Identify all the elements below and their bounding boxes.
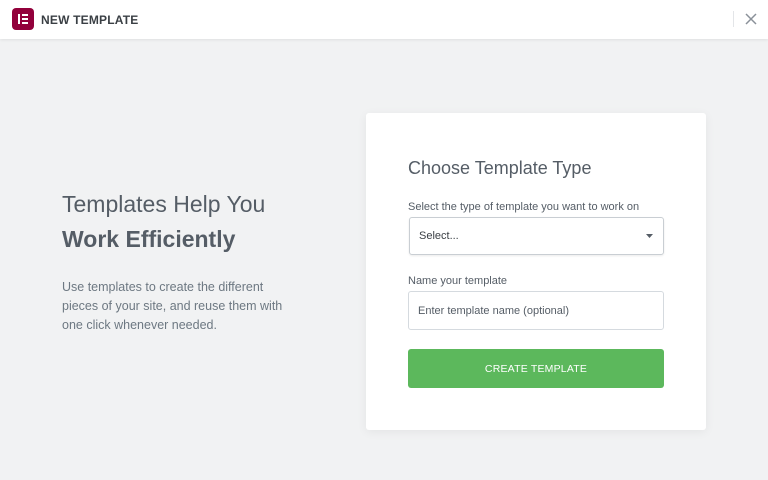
header-divider (733, 11, 734, 27)
template-type-select[interactable]: Select... (409, 217, 664, 255)
modal-header: NEW TEMPLATE (0, 0, 768, 39)
chevron-down-icon (646, 234, 653, 238)
template-name-label: Name your template (408, 275, 508, 287)
promo-heading-strong: Work Efficiently (62, 226, 236, 252)
promo-heading: Templates Help You (62, 191, 266, 217)
promo-description: Use templates to create the different pi… (62, 280, 283, 332)
close-icon (745, 13, 757, 25)
template-type-label: Select the type of template you want to … (408, 201, 640, 213)
template-type-value: Select... (419, 230, 459, 242)
modal-title: NEW TEMPLATE (41, 13, 139, 27)
template-form-card: Choose Template Type Select the type of … (366, 113, 706, 430)
elementor-logo-icon (12, 8, 34, 30)
template-name-input[interactable] (408, 291, 664, 330)
close-button[interactable] (741, 9, 761, 29)
form-title: Choose Template Type (408, 158, 592, 178)
create-template-button[interactable]: CREATE TEMPLATE (408, 349, 664, 388)
